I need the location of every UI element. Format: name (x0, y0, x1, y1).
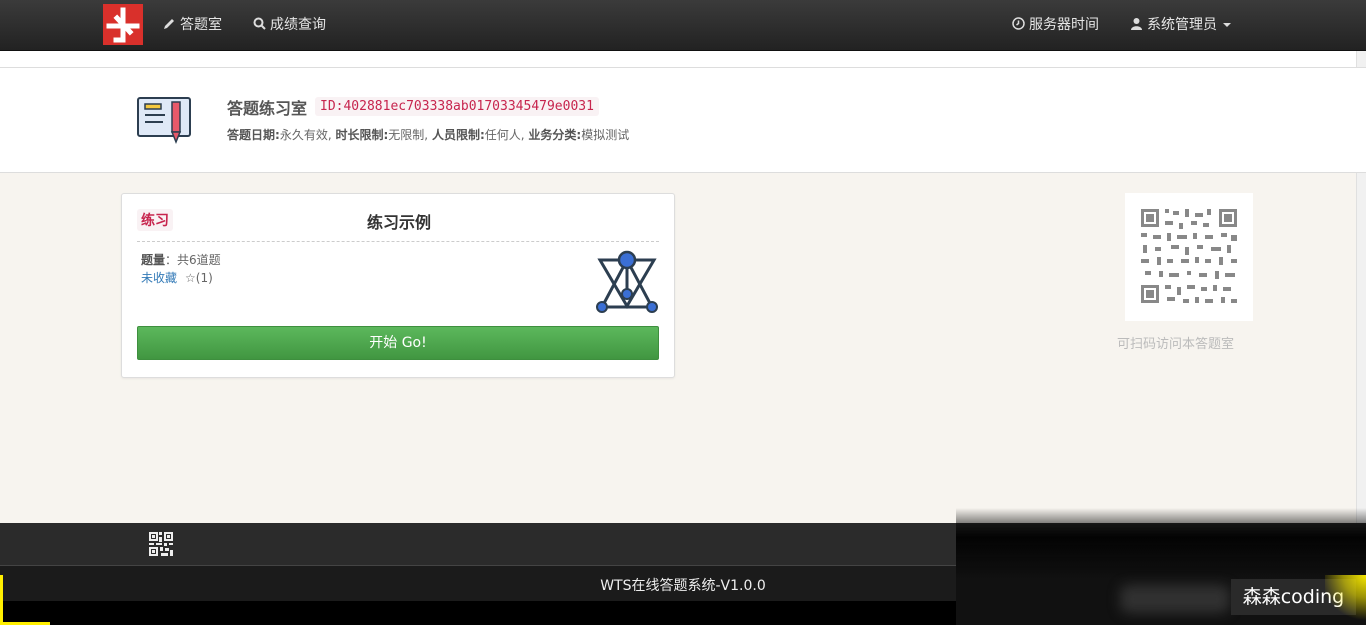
header-spacer (0, 51, 1366, 67)
app-logo[interactable] (103, 4, 143, 45)
qrcode-icon[interactable] (149, 532, 173, 556)
room-meta: 答题日期:永久有效, 时长限制:无限制, 人员限制:任何人, 业务分类:模拟测试 (227, 126, 629, 143)
meta-category-value: 模拟测试 (581, 128, 630, 142)
nav-score-query-label: 成绩查询 (270, 17, 326, 33)
nav-score-query[interactable]: 成绩查询 (253, 0, 326, 50)
nav-server-time-label: 服务器时间 (1029, 17, 1099, 33)
top-navbar: 答题室 成绩查询 服务器时间 系统管理员 (0, 0, 1366, 51)
question-count-label: 题量 (141, 253, 166, 267)
clock-icon (1012, 17, 1025, 33)
practice-card: 练习示例 练习 题量：共6道题 未收藏 ☆(1) 开始 Go! (121, 193, 675, 378)
user-icon (1130, 17, 1143, 33)
room-id-badge: ID:402881ec703338ab01703345479e0031 (315, 97, 599, 116)
nav-exam-room-label: 答题室 (180, 17, 222, 33)
logo-icon (106, 7, 140, 43)
blurred-overlay-text (1120, 585, 1230, 613)
page-title: 答题练习室 (227, 99, 308, 118)
meta-people-value: 任何人, (484, 128, 525, 142)
highlight-corner (1325, 575, 1366, 625)
card-type-badge: 练习 (137, 209, 173, 231)
room-header (0, 67, 1366, 173)
card-title: 练习示例 (366, 213, 431, 232)
meta-date-label: 答题日期: (227, 128, 280, 142)
practice-graph-icon (592, 248, 662, 316)
favorite-label: 未收藏 (141, 271, 178, 285)
search-icon (253, 17, 266, 33)
pencil-icon (163, 17, 176, 33)
exam-room-icon (135, 94, 195, 146)
meta-people-label: 人员限制: (431, 128, 485, 142)
meta-time-label: 时长限制: (335, 128, 389, 142)
card-divider (137, 241, 659, 242)
nav-user-label: 系统管理员 (1147, 17, 1217, 33)
start-button[interactable]: 开始 Go! (137, 326, 659, 360)
chevron-down-icon (1223, 23, 1231, 27)
favorite-toggle[interactable]: 未收藏 ☆(1) (141, 269, 213, 286)
qr-caption: 可扫码访问本答题室 (1117, 337, 1235, 352)
question-count: 题量：共6道题 (141, 251, 221, 268)
question-count-value: ：共6道题 (165, 253, 221, 267)
meta-time-value: 无限制, (388, 128, 429, 142)
meta-category-label: 业务分类: (528, 128, 582, 142)
qr-code (1125, 193, 1253, 321)
highlight-edge-left (0, 575, 3, 625)
nav-server-time[interactable]: 服务器时间 (1012, 0, 1099, 50)
qr-code-icon (1141, 209, 1237, 303)
meta-date-value: 永久有效, (279, 128, 332, 142)
favorite-star-icon: ☆(1) (185, 271, 213, 285)
nav-exam-room[interactable]: 答题室 (163, 0, 222, 50)
nav-user-menu[interactable]: 系统管理员 (1130, 0, 1231, 50)
